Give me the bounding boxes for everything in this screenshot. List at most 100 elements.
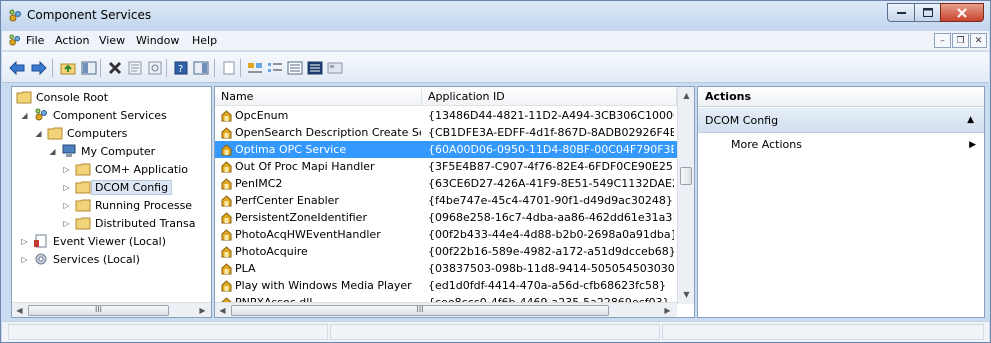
mdi-restore-button[interactable]: ❐: [952, 33, 969, 48]
tree-item-component-services[interactable]: ◢ Component Services: [20, 106, 167, 124]
collapsed-arrow-icon[interactable]: ▷: [62, 219, 71, 228]
title-bar[interactable]: Component Services: [1, 1, 990, 31]
forward-button[interactable]: [30, 59, 47, 76]
scroll-thumb[interactable]: III: [231, 305, 609, 316]
list-view-icon: [287, 61, 302, 74]
row-application-id: {03837503-098b-11d8-9414-505054503030}: [428, 262, 674, 275]
component-icon: [221, 263, 232, 275]
list-view-button[interactable]: [286, 59, 303, 76]
close-icon: ✕: [974, 35, 983, 46]
properties-icon: [128, 61, 141, 74]
mdi-minimize-button[interactable]: –: [934, 33, 951, 48]
scroll-right-arrow-icon[interactable]: ▶: [660, 303, 675, 317]
properties-button[interactable]: [126, 59, 143, 76]
expanded-arrow-icon[interactable]: ◢: [34, 129, 43, 138]
table-row[interactable]: PersistentZoneIdentifier {0968e258-16c7-4…: [215, 209, 677, 226]
menu-help[interactable]: Help: [192, 34, 217, 47]
scroll-thumb[interactable]: [680, 167, 692, 185]
minimize-button[interactable]: [887, 3, 914, 22]
table-row[interactable]: PhotoAcquire {00f22b16-589e-4982-a172-a51…: [215, 243, 677, 260]
actions-section-label: DCOM Config: [705, 114, 779, 127]
scroll-thumb[interactable]: III: [28, 305, 169, 316]
tree-item-running-processes[interactable]: ▷ Running Processe: [62, 196, 192, 214]
table-row[interactable]: PenIMC2 {63CE6D27-426A-41F9-8E51-549C1132…: [215, 175, 677, 192]
folder-icon: [75, 181, 91, 194]
submenu-arrow-icon: ▶: [969, 140, 976, 150]
table-row[interactable]: OpenSearch Description Create Se... {CB1D…: [215, 124, 677, 141]
component-icon: [221, 195, 232, 207]
detail-view-button[interactable]: [306, 59, 323, 76]
show-hide-console-tree-button[interactable]: [80, 59, 97, 76]
row-application-id: {60A00D06-0950-11D4-80BF-00C04F790F3B}: [428, 143, 674, 156]
component-icon: [221, 246, 232, 258]
tree-item-label: COM+ Applicatio: [95, 162, 189, 176]
column-header-name[interactable]: Name: [215, 87, 422, 106]
component-services-window: Component Services File Action View Wind…: [0, 0, 991, 343]
tree-item-com-plus-applications[interactable]: ▷ COM+ Applicatio: [62, 160, 188, 178]
back-button[interactable]: [8, 59, 25, 76]
tree-horizontal-scrollbar[interactable]: ◀ III ▶: [12, 302, 211, 317]
component-icon: [221, 144, 232, 156]
result-list-pane: Name Application ID OpcEnum {13486D44-482…: [214, 86, 695, 318]
collapse-arrow-icon[interactable]: ▲: [967, 108, 974, 133]
large-icons-button[interactable]: [246, 59, 263, 76]
mdi-close-button[interactable]: ✕: [970, 33, 987, 48]
configure-button[interactable]: [326, 59, 343, 76]
small-icons-button[interactable]: [266, 59, 283, 76]
table-row[interactable]: Optima OPC Service {60A00D06-0950-11D4-80…: [215, 141, 677, 158]
table-row[interactable]: PLA {03837503-098b-11d8-9414-505054503030…: [215, 260, 677, 277]
mdi-controls: – ❐ ✕: [933, 33, 987, 48]
actions-section-dcom-config[interactable]: DCOM Config ▲: [698, 108, 984, 133]
refresh-button[interactable]: [146, 59, 163, 76]
actions-pane: Actions DCOM Config ▲ More Actions ▶: [697, 86, 985, 318]
tree-item-dcom-config[interactable]: ▷ DCOM Config: [62, 178, 173, 196]
new-window-button[interactable]: [220, 59, 237, 76]
list-vertical-scrollbar[interactable]: ▲ ▼: [677, 87, 694, 304]
show-hide-action-pane-button[interactable]: [192, 59, 209, 76]
close-button[interactable]: [940, 3, 984, 22]
toolbar-separator: [166, 59, 167, 77]
component-services-icon[interactable]: [8, 34, 21, 47]
status-segment: [330, 324, 660, 340]
collapsed-arrow-icon[interactable]: ▷: [20, 237, 29, 246]
more-actions-item[interactable]: More Actions ▶: [698, 136, 984, 154]
scroll-down-arrow-icon[interactable]: ▼: [678, 286, 694, 303]
table-row[interactable]: PerfCenter Enabler {f4be747e-45c4-4701-90…: [215, 192, 677, 209]
delete-button[interactable]: [106, 59, 123, 76]
back-arrow-icon: [8, 60, 24, 75]
folder-icon: [47, 127, 63, 140]
menu-bar: File Action View Window Help – ❐ ✕: [2, 31, 989, 51]
column-header-application-id[interactable]: Application ID: [422, 87, 677, 106]
expanded-arrow-icon[interactable]: ◢: [48, 147, 57, 156]
scroll-up-arrow-icon[interactable]: ▲: [678, 87, 694, 104]
menu-window[interactable]: Window: [136, 34, 179, 47]
menu-view[interactable]: View: [99, 34, 125, 47]
tree-item-services[interactable]: ▷ Services (Local): [20, 250, 140, 268]
component-icon: [221, 178, 232, 190]
folder-icon: [75, 199, 91, 212]
collapsed-arrow-icon[interactable]: ▷: [62, 165, 71, 174]
list-horizontal-scrollbar[interactable]: ◀ III ▶: [215, 302, 677, 317]
row-name: Out Of Proc Mapi Handler: [235, 160, 375, 173]
expanded-arrow-icon[interactable]: ◢: [20, 111, 29, 120]
up-one-level-button[interactable]: [59, 59, 76, 76]
collapsed-arrow-icon[interactable]: ▷: [62, 201, 71, 210]
tree-item-computers[interactable]: ◢ Computers: [34, 124, 127, 142]
tree-item-distributed-transactions[interactable]: ▷ Distributed Transa: [62, 214, 195, 232]
help-button[interactable]: ?: [172, 59, 189, 76]
menu-action[interactable]: Action: [55, 34, 89, 47]
collapsed-arrow-icon[interactable]: ▷: [20, 255, 29, 264]
scroll-right-arrow-icon[interactable]: ▶: [195, 303, 210, 317]
table-row[interactable]: PhotoAcqHWEventHandler {00f2b433-44e4-4d8…: [215, 226, 677, 243]
table-row[interactable]: Play with Windows Media Player {ed1d0fdf-…: [215, 277, 677, 294]
table-row[interactable]: Out Of Proc Mapi Handler {3F5E4B87-C907-4…: [215, 158, 677, 175]
scroll-left-arrow-icon[interactable]: ◀: [12, 303, 27, 317]
menu-file[interactable]: File: [26, 34, 44, 47]
tree-item-my-computer[interactable]: ◢ My Computer: [48, 142, 155, 160]
table-row[interactable]: OpcEnum {13486D44-4821-11D2-A494-3CB306C1…: [215, 107, 677, 124]
tree-item-console-root[interactable]: Console Root: [16, 88, 108, 106]
scroll-left-arrow-icon[interactable]: ◀: [215, 303, 230, 317]
tree-item-event-viewer[interactable]: ▷ Event Viewer (Local): [20, 232, 166, 250]
maximize-button[interactable]: [914, 3, 940, 22]
collapsed-arrow-icon[interactable]: ▷: [62, 183, 71, 192]
